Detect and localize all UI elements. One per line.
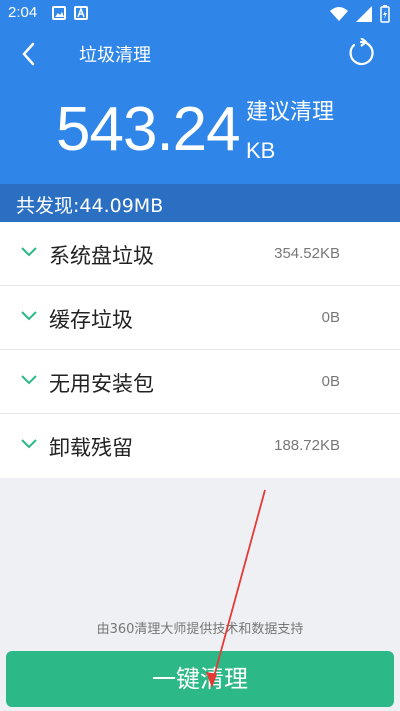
a-badge-icon	[74, 6, 88, 20]
category-size: 354.52KB	[274, 245, 340, 262]
category-row-system[interactable]: 系统盘垃圾 354.52KB	[0, 222, 400, 286]
junk-category-list: 系统盘垃圾 354.52KB 缓存垃圾 0B 无用安装包 0B 卸载残留 188…	[0, 222, 400, 478]
chevron-down-icon	[21, 311, 37, 321]
junk-size-unit: KB	[246, 138, 276, 163]
junk-size-value: 543.24	[56, 95, 241, 164]
status-bar: 2:04	[0, 0, 400, 28]
app-header: 垃圾清理	[0, 28, 400, 82]
category-label: 无用安装包	[49, 372, 154, 396]
category-row-cache[interactable]: 缓存垃圾 0B	[0, 286, 400, 350]
category-label: 系统盘垃圾	[49, 244, 154, 268]
refresh-icon[interactable]	[346, 38, 376, 68]
signal-icon	[356, 6, 372, 22]
battery-icon	[380, 5, 390, 23]
page-title: 垃圾清理	[79, 45, 151, 66]
found-total-text: 共发现:44.09MB	[16, 195, 164, 217]
junk-summary: 543.24 建议清理 KB	[0, 82, 400, 184]
found-total-bar: 共发现:44.09MB	[0, 184, 400, 222]
suggest-clean-label: 建议清理	[246, 100, 335, 125]
chevron-down-icon	[21, 439, 37, 449]
chevron-down-icon	[21, 247, 37, 257]
category-size: 0B	[321, 309, 340, 326]
wifi-icon	[330, 7, 348, 21]
category-size: 0B	[321, 373, 340, 390]
category-label: 缓存垃圾	[49, 308, 133, 332]
status-time: 2:04	[8, 4, 38, 21]
category-row-apk[interactable]: 无用安装包 0B	[0, 350, 400, 414]
category-row-uninstall[interactable]: 卸载残留 188.72KB	[0, 414, 400, 478]
image-icon	[52, 6, 66, 20]
powered-by-note: 由360清理大师提供技术和数据支持	[96, 622, 304, 637]
category-label: 卸载残留	[49, 436, 133, 460]
chevron-down-icon	[21, 375, 37, 385]
back-arrow-icon[interactable]	[16, 40, 44, 68]
one-click-clean-button[interactable]: 一键清理	[6, 651, 394, 707]
category-size: 188.72KB	[274, 437, 340, 454]
